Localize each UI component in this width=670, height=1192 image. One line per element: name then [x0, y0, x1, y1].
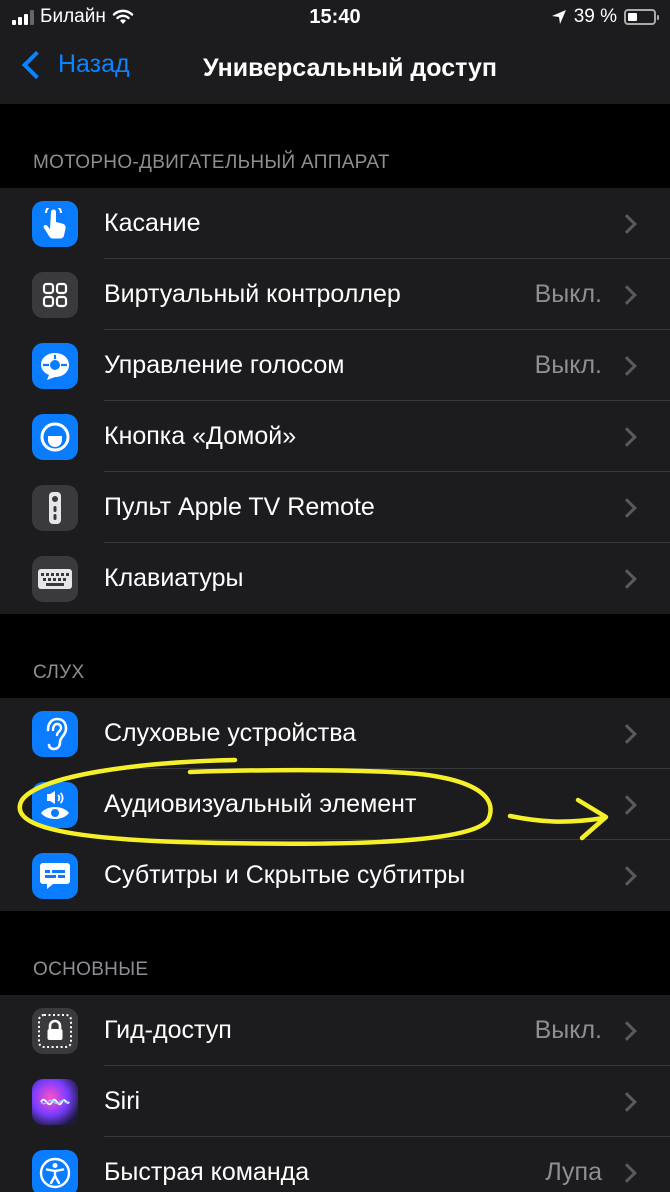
chevron-right-icon: [617, 284, 637, 305]
row-value: Выкл.: [534, 1016, 602, 1044]
row-label: Siri: [104, 1087, 141, 1115]
keyboard-icon: [32, 555, 78, 602]
row-label: Виртуальный контроллер: [104, 280, 401, 308]
row-label: Управление голосом: [104, 351, 345, 379]
settings-row[interactable]: Слуховые устройства: [0, 698, 670, 769]
section-header: МОТОРНО-ДВИГАТЕЛЬНЫЙ АППАРАТ: [33, 152, 390, 173]
row-value: Лупа: [545, 1158, 602, 1186]
settings-row[interactable]: Кнопка «Домой»: [0, 401, 670, 472]
row-value: Выкл.: [534, 280, 602, 308]
row-label: Слуховые устройства: [104, 719, 357, 747]
subtitles-icon: [32, 852, 78, 899]
home-button-icon: [32, 413, 78, 460]
settings-row[interactable]: Аудиовизуальный элемент: [0, 769, 670, 840]
row-label: Кнопка «Домой»: [104, 422, 297, 450]
row-label: Пульт Apple TV Remote: [104, 493, 375, 521]
settings-group: Слуховые устройства Аудиовизуальный элеме…: [0, 698, 670, 911]
page-title: Универсальный доступ: [203, 54, 497, 82]
grid-icon: [32, 271, 78, 318]
chevron-right-icon: [617, 1091, 637, 1112]
location-arrow-icon: [551, 10, 566, 24]
row-label: Гид-доступ: [104, 1016, 232, 1044]
row-label: Аудиовизуальный элемент: [104, 790, 417, 818]
settings-group: Касание Виртуальный контроллер Выкл. Управл…: [0, 188, 670, 614]
row-label: Касание: [104, 209, 201, 237]
row-label: Клавиатуры: [104, 564, 244, 592]
lock-icon: [32, 1007, 78, 1054]
voice-control-icon: [32, 342, 78, 389]
chevron-right-icon: [617, 794, 637, 815]
accessibility-icon: [32, 1149, 78, 1192]
settings-row[interactable]: Управление голосом Выкл.: [0, 330, 670, 401]
settings-row[interactable]: Быстрая команда Лупа: [0, 1137, 670, 1192]
chevron-right-icon: [617, 497, 637, 518]
audio-visual-icon: [32, 781, 78, 828]
section-header: СЛУХ: [33, 662, 85, 683]
battery-level: [628, 13, 638, 21]
navigation-bar: Назад Универсальный доступ: [0, 36, 670, 104]
remote-icon: [32, 484, 78, 531]
status-right: 39 %: [551, 6, 659, 28]
row-label: Субтитры и Скрытые субтитры: [104, 861, 466, 889]
battery-percent: 39 %: [573, 6, 617, 27]
status-bar: Билайн 15:40 39 %: [0, 0, 670, 36]
settings-row[interactable]: Siri: [0, 1066, 670, 1137]
chevron-right-icon: [617, 1020, 637, 1041]
settings-group: Гид-доступ Выкл. Siri Быстрая команда Лупа: [0, 995, 670, 1192]
section-header: ОСНОВНЫЕ: [33, 959, 149, 980]
settings-row[interactable]: Гид-доступ Выкл.: [0, 995, 670, 1066]
settings-screen: Билайн 15:40 39 % Назад Универсальный до…: [0, 0, 670, 1192]
siri-icon: [32, 1078, 78, 1125]
settings-row[interactable]: Пульт Apple TV Remote: [0, 472, 670, 543]
settings-row[interactable]: Касание: [0, 188, 670, 259]
row-label: Быстрая команда: [104, 1158, 310, 1186]
ear-icon: [32, 710, 78, 757]
settings-row[interactable]: Виртуальный контроллер Выкл.: [0, 259, 670, 330]
chevron-right-icon: [617, 865, 637, 886]
chevron-right-icon: [617, 213, 637, 234]
settings-row[interactable]: Клавиатуры: [0, 543, 670, 614]
settings-list: МОТОРНО-ДВИГАТЕЛЬНЫЙ АППАРАТ Касание Вирту…: [0, 104, 670, 1192]
battery-icon: [624, 9, 659, 25]
chevron-right-icon: [617, 568, 637, 589]
settings-row[interactable]: Субтитры и Скрытые субтитры: [0, 840, 670, 911]
chevron-right-icon: [617, 723, 637, 744]
chevron-right-icon: [617, 426, 637, 447]
chevron-right-icon: [617, 1162, 637, 1183]
row-value: Выкл.: [534, 351, 602, 379]
hand-touch-icon: [32, 200, 78, 247]
chevron-right-icon: [617, 355, 637, 376]
